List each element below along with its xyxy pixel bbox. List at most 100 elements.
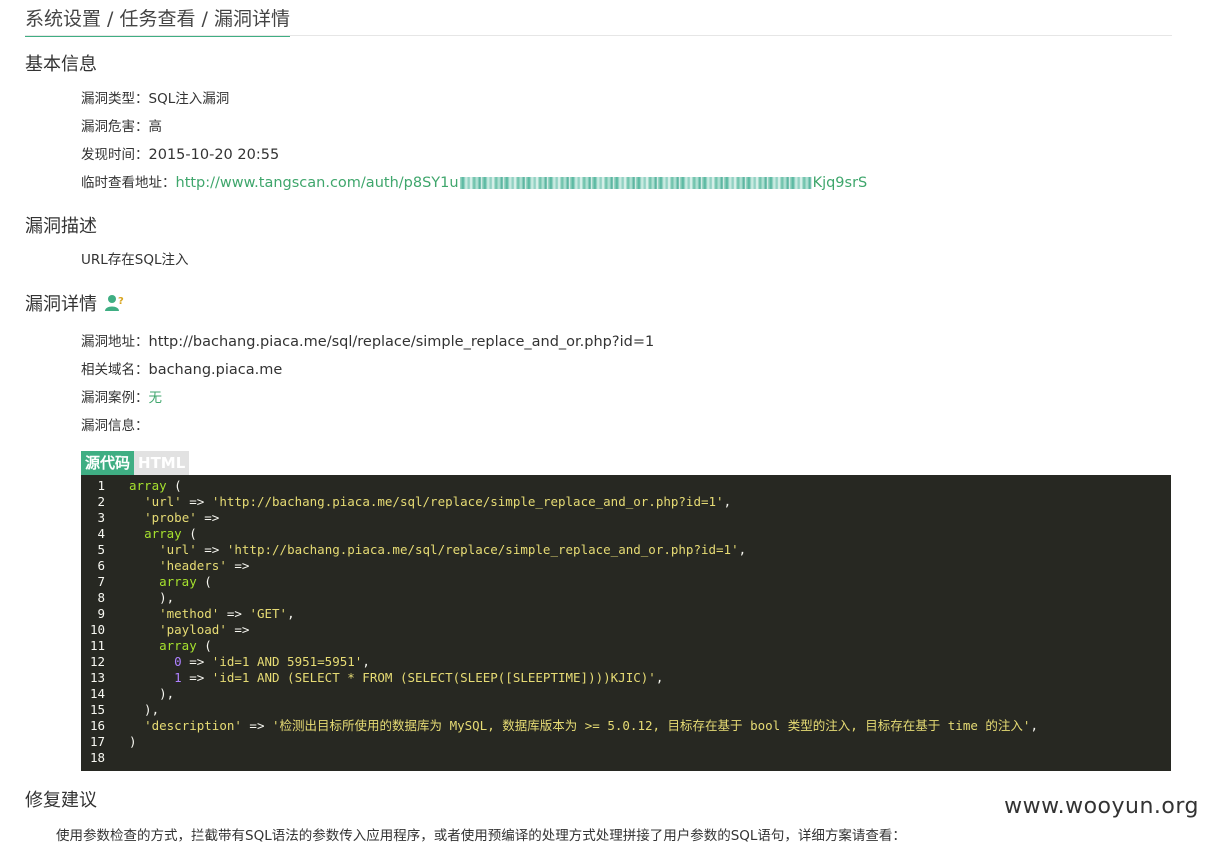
code-text: array (: [129, 526, 1171, 542]
code-token: =>: [219, 606, 250, 621]
temp-url-label: 临时查看地址：: [81, 175, 176, 191]
code-text: 'description' => '检测出目标所使用的数据库为 MySQL, 数…: [129, 718, 1171, 734]
svg-text:?: ?: [118, 296, 124, 307]
line-number: 2: [97, 494, 105, 509]
code-line: 3 'probe' =>: [81, 510, 1171, 526]
line-number: 6: [97, 558, 105, 573]
line-number: 12: [89, 654, 105, 669]
code-token: 'headers': [159, 558, 227, 573]
code-token: =>: [181, 670, 212, 685]
code-token: ,: [1030, 718, 1038, 733]
vuln-danger-value: 高: [148, 119, 163, 135]
code-token: ): [129, 734, 137, 749]
section-title-fix: 修复建议: [25, 790, 97, 811]
code-token: (: [196, 638, 212, 653]
code-token: '检测出目标所使用的数据库为 MySQL, 数据库版本为 >= 5.0.12, …: [272, 718, 1031, 733]
code-line: 4 array (: [81, 526, 1171, 542]
line-number: 3: [97, 510, 105, 525]
domain-row: 相关域名：bachang.piaca.me: [81, 360, 282, 380]
code-line: 12 0 => 'id=1 AND 5951=5951',: [81, 654, 1171, 670]
case-label: 漏洞案例：: [81, 390, 149, 406]
case-value-link[interactable]: 无: [149, 390, 163, 406]
code-token: array: [129, 478, 167, 493]
code-text: ),: [129, 590, 1171, 606]
code-token: (: [196, 574, 212, 589]
code-line: 7 array (: [81, 574, 1171, 590]
code-token: 0: [174, 654, 182, 669]
line-number: 17: [89, 734, 105, 749]
vuln-url-label: 漏洞地址：: [81, 334, 149, 350]
code-token: ,: [655, 670, 664, 685]
code-line: 16 'description' => '检测出目标所使用的数据库为 MySQL…: [81, 718, 1171, 734]
code-line: 17): [81, 734, 1171, 750]
temp-url-suffix: Kjq9srS: [812, 175, 868, 191]
code-text: array (: [129, 638, 1171, 654]
line-number: 1: [97, 478, 105, 493]
code-token: array: [159, 574, 197, 589]
section-title-description: 漏洞描述: [25, 216, 97, 237]
code-line: 11 array (: [81, 638, 1171, 654]
code-text: 'url' => 'http://bachang.piaca.me/sql/re…: [129, 494, 1171, 510]
info-label: 漏洞信息：: [81, 418, 149, 434]
code-token: 'GET': [249, 606, 288, 621]
code-token: ),: [129, 590, 175, 605]
code-token: (: [166, 478, 182, 493]
vuln-type-row: 漏洞类型：SQL注入漏洞: [81, 89, 229, 109]
description-text: URL存在SQL注入: [81, 252, 189, 268]
code-token: =>: [196, 542, 227, 557]
code-block: 1 array (2 'url' => 'http://bachang.piaca…: [81, 475, 1171, 771]
line-number: 14: [89, 686, 105, 701]
code-token: =>: [181, 494, 212, 509]
code-token: 'http://bachang.piaca.me/sql/replace/sim…: [211, 494, 724, 509]
breadcrumb[interactable]: 系统设置 / 任务查看 / 漏洞详情: [25, 4, 290, 37]
vuln-type-value: SQL注入漏洞: [148, 91, 230, 107]
code-line: 8 ),: [81, 590, 1171, 606]
person-question-icon[interactable]: ?: [105, 294, 125, 312]
code-text: 0 => 'id=1 AND 5951=5951',: [129, 654, 1171, 670]
code-token: ,: [738, 542, 747, 557]
code-token: 'description': [144, 718, 242, 733]
code-token: (: [181, 526, 197, 541]
code-line: 5 'url' => 'http://bachang.piaca.me/sql/…: [81, 542, 1171, 558]
code-line: 10 'payload' =>: [81, 622, 1171, 638]
vuln-danger-row: 漏洞危害：高: [81, 117, 162, 137]
line-number: 11: [89, 638, 105, 653]
code-token: =>: [196, 510, 220, 525]
code-line: 6 'headers' =>: [81, 558, 1171, 574]
line-number: 4: [97, 526, 105, 541]
code-line: 15 ),: [81, 702, 1171, 718]
code-token: 'id=1 AND (SELECT * FROM (SELECT(SLEEP([…: [211, 670, 656, 685]
code-line: 2 'url' => 'http://bachang.piaca.me/sql/…: [81, 494, 1171, 510]
code-text: array (: [129, 574, 1171, 590]
code-text: 'url' => 'http://bachang.piaca.me/sql/re…: [129, 542, 1171, 558]
temp-url-redacted: [459, 177, 812, 189]
found-time-label: 发现时间：: [81, 147, 149, 163]
code-token: =>: [226, 622, 250, 637]
temp-url-link[interactable]: http://www.tangscan.com/auth/p8SY1u Kjq9s…: [176, 175, 868, 191]
tab-source-code[interactable]: 源代码: [81, 451, 135, 475]
vuln-url-value: http://bachang.piaca.me/sql/replace/simp…: [148, 334, 655, 350]
code-view-tabs: 源代码 HTML: [81, 451, 190, 475]
watermark: www.wooyun.org: [1002, 794, 1201, 819]
code-token: ,: [723, 494, 732, 509]
line-number: 8: [97, 590, 105, 605]
tab-html[interactable]: HTML: [134, 451, 190, 475]
temp-url-prefix: http://www.tangscan.com/auth/p8SY1u: [175, 175, 459, 191]
line-number: 10: [89, 622, 105, 637]
line-number: 15: [89, 702, 105, 717]
header-divider: [25, 35, 1172, 36]
code-text: 'headers' =>: [129, 558, 1171, 574]
section-title-details: 漏洞详情 ?: [25, 293, 125, 317]
info-row: 漏洞信息：: [81, 416, 149, 436]
code-line: 9 'method' => 'GET',: [81, 606, 1171, 622]
code-text: ): [129, 734, 1171, 750]
code-token: 'url': [159, 542, 197, 557]
code-text: array (: [129, 478, 1171, 494]
